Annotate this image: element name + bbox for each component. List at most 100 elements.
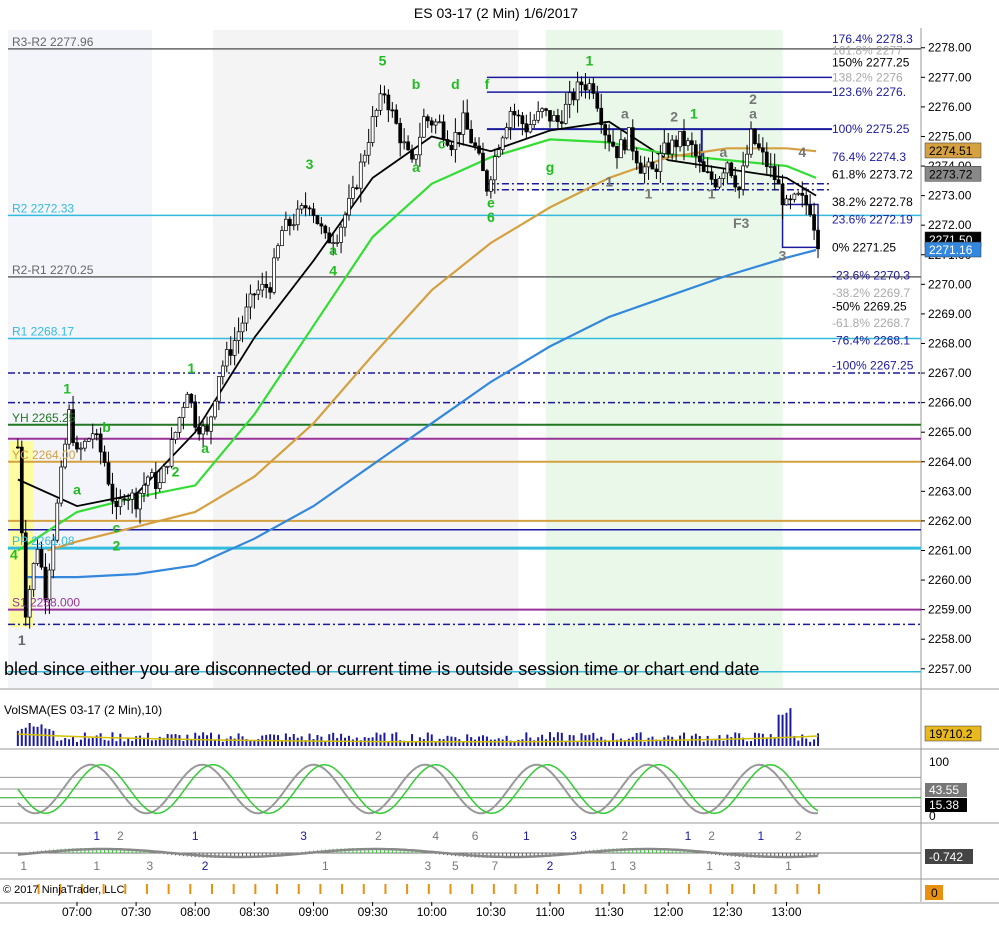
candle-body (532, 119, 537, 125)
wave-label: 4 (798, 144, 806, 160)
candle-body (654, 168, 659, 172)
candle-body (599, 107, 604, 125)
wave-label: 1 (690, 106, 698, 122)
osc-label: 2 (708, 829, 715, 843)
wave-label: 2 (172, 464, 180, 480)
candle-body (449, 144, 454, 151)
order-badge-label: 0 (931, 886, 938, 900)
candle-body (500, 137, 505, 151)
candle-body (122, 498, 127, 501)
wave-label: 2 (749, 91, 757, 107)
level-label: R1 2268.17 (12, 324, 74, 338)
trade-marker (774, 884, 777, 894)
candle-body (169, 439, 174, 467)
trade-marker (145, 884, 148, 894)
price-tick-label: 2273.00 (928, 189, 972, 203)
candle-body (157, 482, 162, 489)
chart-title: ES 03-17 (2 Min) 1/6/2017 (414, 5, 578, 21)
candle-body (508, 111, 513, 128)
osc-label: 3 (147, 859, 154, 873)
candle-body (102, 451, 107, 463)
candle-body (86, 438, 91, 442)
candle-body (429, 120, 434, 126)
candle-body (248, 293, 253, 308)
candle-body (406, 141, 410, 151)
candle-body (583, 84, 588, 91)
candle-body (351, 187, 355, 199)
candle-body (619, 139, 623, 159)
candle-body (816, 229, 820, 250)
stoch-tick-label: 100 (929, 755, 949, 769)
osc-label: 1 (610, 859, 617, 873)
candle-body (134, 492, 138, 510)
time-tick-label: 11:30 (595, 905, 624, 919)
osc-label: 2 (795, 829, 802, 843)
candle-body (83, 440, 87, 449)
candle-body (737, 186, 742, 190)
level-label: YH 2265.25 (12, 411, 76, 425)
candle-body (788, 198, 793, 201)
candle-body (410, 149, 414, 160)
candle-body (31, 563, 36, 590)
candle-body (189, 393, 194, 403)
osc-label: 1 (785, 859, 792, 873)
candle-body (812, 214, 816, 231)
level-label: R2-R1 2270.25 (12, 263, 94, 277)
osc-label: 3 (734, 859, 741, 873)
candle-body (252, 293, 257, 296)
candle-body (354, 187, 359, 190)
time-tick-label: 10:30 (476, 905, 506, 919)
price-tick-label: 2261.00 (928, 543, 972, 557)
candle-body (197, 426, 202, 435)
wave-label: 1 (708, 186, 716, 202)
candle-body (544, 108, 548, 111)
candle-body (504, 127, 509, 139)
candle-body (611, 141, 615, 147)
candle-body (90, 433, 95, 440)
trade-marker (232, 884, 235, 894)
candle-body (35, 548, 40, 564)
wave-label: a (720, 144, 728, 160)
price-tick-label: 2270.00 (928, 277, 972, 291)
osc-label: 3 (570, 829, 577, 843)
candle-body (563, 103, 568, 124)
trade-marker (709, 884, 712, 894)
osc-label: 2 (202, 859, 209, 873)
wave-label: 3 (306, 156, 314, 172)
candle-body (268, 287, 272, 293)
candle-body (666, 142, 671, 155)
trade-marker (557, 884, 560, 894)
candle-body (485, 170, 489, 192)
candle-body (623, 139, 627, 151)
trade-marker (406, 884, 409, 894)
candle-body (390, 109, 395, 112)
osc-label: 3 (424, 859, 431, 873)
candle-body (315, 215, 320, 225)
candle-body (437, 121, 442, 124)
candle-body (808, 204, 812, 215)
candle-body (646, 161, 651, 168)
candle-body (745, 153, 749, 167)
time-tick-label: 12:30 (712, 905, 742, 919)
candle-body (79, 447, 83, 450)
wave-label: 2 (112, 537, 120, 553)
candle-body (374, 109, 379, 117)
candle-body (760, 147, 765, 153)
fib-label: 138.2% 2276 (832, 70, 903, 84)
stoch-badge-label: 43.55 (929, 783, 959, 797)
candle-body (575, 81, 580, 101)
candle-body (224, 349, 229, 367)
price-tick-label: 2260.00 (928, 573, 972, 587)
chart-root: 176.4% 2278.3161.8% 2277150% 2277.25138.… (0, 5, 999, 919)
candle-body (240, 322, 245, 333)
trade-marker (167, 884, 170, 894)
candle-body (792, 193, 797, 200)
trade-marker (362, 884, 365, 894)
trade-marker (796, 884, 799, 894)
volume-sma (17, 733, 819, 743)
price-tick-label: 2266.00 (928, 396, 972, 410)
volume-panel-label: VolSMA(ES 03-17 (2 Min),10) (4, 703, 162, 717)
osc-label: 5 (452, 859, 459, 873)
fib-label: 23.6% 2272.19 (832, 213, 913, 227)
wave-label: 4 (10, 546, 18, 562)
